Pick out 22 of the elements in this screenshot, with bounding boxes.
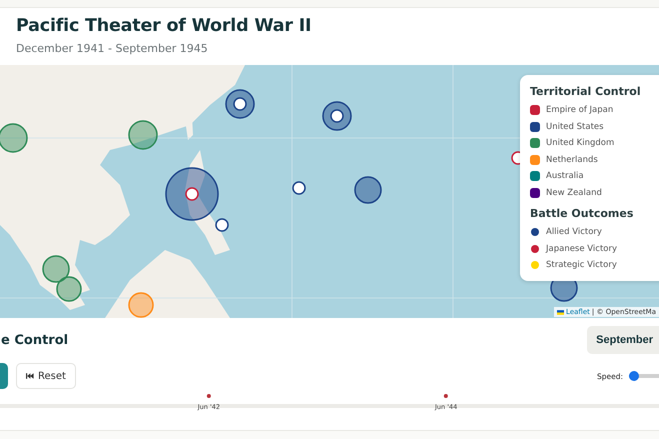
date-button[interactable]: September [587, 326, 659, 354]
legend-label: Strategic Victory [546, 260, 617, 270]
legend-label: United Kingdom [546, 138, 614, 148]
reset-button[interactable]: Reset [16, 363, 76, 389]
legend-label: Australia [546, 171, 584, 182]
slider-thumb[interactable] [628, 371, 639, 381]
date-range: December 1941 - September 1945 [16, 42, 209, 55]
legend-label: Allied Victory [546, 227, 602, 238]
legend-heading: Battle Outcomes [530, 207, 634, 220]
legend-label: United States [546, 122, 604, 132]
skip-back-icon [26, 373, 34, 379]
legend-label: Netherlands [546, 154, 598, 165]
event-dot[interactable] [444, 394, 448, 398]
page-title: Pacific Theater of World War II [16, 16, 312, 36]
section-title: e Control [1, 332, 68, 348]
speed-slider[interactable] [629, 374, 659, 378]
legend-heading: Territorial Control [530, 85, 642, 98]
event-dot[interactable] [206, 394, 211, 398]
legend-label: New Zealand [546, 188, 602, 198]
flag-icon [557, 310, 564, 314]
legend-label: Japanese Victory [546, 244, 618, 254]
legend-label: Empire of Japan [546, 105, 614, 116]
